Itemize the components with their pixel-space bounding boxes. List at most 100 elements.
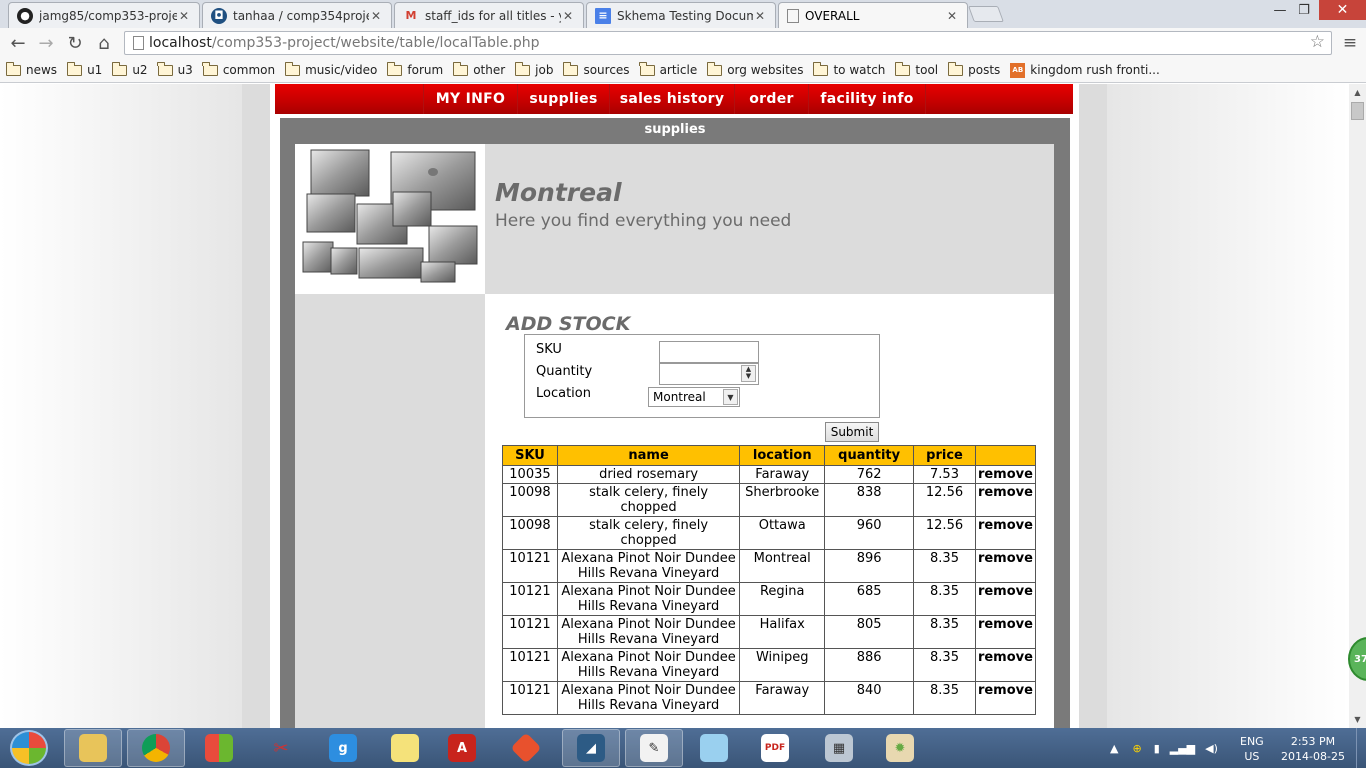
nav-order[interactable]: order bbox=[734, 84, 808, 114]
taskbar-clock[interactable]: 2:53 PM 2014-08-25 bbox=[1281, 734, 1345, 764]
section-title: supplies bbox=[644, 122, 706, 137]
taskbar-paint[interactable]: ✹ bbox=[871, 729, 929, 767]
cell-price: 8.35 bbox=[913, 680, 976, 715]
scroll-thumb[interactable] bbox=[1351, 102, 1364, 120]
bookmark-common[interactable]: common bbox=[202, 61, 275, 77]
start-button[interactable] bbox=[10, 730, 48, 766]
nav-facility-info[interactable]: facility info bbox=[808, 84, 926, 114]
location-label: Location bbox=[536, 386, 591, 401]
bookmark-music-video[interactable]: music/video bbox=[284, 61, 377, 77]
taskbar-snipping[interactable]: ✂ bbox=[252, 729, 310, 767]
taskbar-editor[interactable]: ✎ bbox=[625, 729, 683, 767]
volume-icon[interactable]: ◀) bbox=[1205, 742, 1218, 755]
cell-name: dried rosemary bbox=[556, 465, 741, 484]
bookmark-kingdom-rush[interactable]: AB kingdom rush fronti... bbox=[1010, 62, 1160, 78]
remove-link[interactable]: remove bbox=[974, 465, 1037, 484]
folder-icon bbox=[947, 61, 964, 76]
tab-bitbucket[interactable]: ◘ tanhaa / comp354project ✕ bbox=[202, 2, 392, 28]
scroll-up-arrow-icon[interactable]: ▲ bbox=[1349, 84, 1366, 101]
window-close-button[interactable]: ✕ bbox=[1319, 0, 1366, 20]
tab-github[interactable]: ● jamg85/comp353-project ✕ bbox=[8, 2, 200, 28]
remove-link[interactable]: remove bbox=[974, 581, 1037, 616]
bookmark-forum[interactable]: forum bbox=[386, 61, 443, 77]
nav-sales-history[interactable]: sales history bbox=[609, 84, 734, 114]
cell-name: Alexana Pinot Noir Dundee Hills Revana V… bbox=[556, 647, 741, 682]
bookmark-tool[interactable]: tool bbox=[894, 61, 938, 77]
vertical-scrollbar[interactable]: ▲ ▼ bbox=[1349, 84, 1366, 728]
bookmark-u2[interactable]: u2 bbox=[111, 61, 148, 77]
reload-icon[interactable]: ↻ bbox=[63, 32, 87, 54]
close-icon[interactable]: ✕ bbox=[753, 9, 767, 23]
remove-link[interactable]: remove bbox=[974, 614, 1037, 649]
new-tab-button[interactable] bbox=[968, 6, 1004, 22]
cell-price: 8.35 bbox=[913, 647, 976, 682]
remove-link[interactable]: remove bbox=[974, 515, 1037, 550]
signal-icon[interactable]: ▂▄▆ bbox=[1170, 742, 1195, 755]
taskbar-store[interactable] bbox=[190, 729, 248, 767]
restore-icon[interactable]: ❐ bbox=[1292, 0, 1316, 20]
bookmark-u3[interactable]: u3 bbox=[157, 61, 193, 77]
taskbar-chrome[interactable] bbox=[127, 729, 185, 767]
remove-link[interactable]: remove bbox=[974, 647, 1037, 682]
taskbar-notes[interactable] bbox=[376, 729, 434, 767]
bookmark-u1[interactable]: u1 bbox=[66, 61, 102, 77]
bookmark-job[interactable]: job bbox=[514, 61, 553, 77]
battery-icon[interactable]: ▮ bbox=[1154, 742, 1160, 755]
bookmark-other[interactable]: other bbox=[452, 61, 505, 77]
taskbar-notepad[interactable] bbox=[685, 729, 743, 767]
taskbar-mysql[interactable]: ◢ bbox=[562, 729, 620, 767]
close-icon[interactable]: ✕ bbox=[945, 9, 959, 23]
close-icon[interactable]: ✕ bbox=[177, 9, 191, 23]
tray-app-icon[interactable]: ⊕ bbox=[1132, 742, 1141, 755]
bookmark-posts[interactable]: posts bbox=[947, 61, 1000, 77]
taskbar-pdf[interactable]: PDF bbox=[746, 729, 804, 767]
bookmark-sources[interactable]: sources bbox=[562, 61, 630, 77]
submit-button[interactable]: Submit bbox=[825, 422, 879, 442]
tab-docs[interactable]: ≡ Skhema Testing Documer ✕ bbox=[586, 2, 776, 28]
cell-location: Sherbrooke bbox=[739, 482, 826, 517]
back-arrow-icon[interactable]: ← bbox=[6, 32, 30, 54]
address-bar[interactable]: localhost/comp353-project/website/table/… bbox=[124, 31, 1332, 55]
folder-icon bbox=[79, 734, 107, 762]
cell-location: Halifax bbox=[739, 614, 826, 649]
cell-quantity: 838 bbox=[824, 482, 915, 517]
table-row: 10121 Alexana Pinot Noir Dundee Hills Re… bbox=[502, 581, 1037, 616]
home-icon[interactable]: ⌂ bbox=[92, 32, 116, 54]
folder-icon bbox=[202, 61, 218, 76]
bookmark-org-websites[interactable]: org websites bbox=[706, 61, 803, 77]
taskbar-explorer[interactable] bbox=[64, 729, 122, 767]
remove-link[interactable]: remove bbox=[974, 548, 1037, 583]
show-desktop-button[interactable] bbox=[1356, 728, 1366, 768]
chrome-menu-icon[interactable]: ≡ bbox=[1340, 33, 1360, 53]
chevron-down-icon[interactable]: ▼ bbox=[723, 389, 738, 405]
tab-gmail[interactable]: M staff_ids for all titles - yipa ✕ bbox=[394, 2, 584, 28]
language-indicator[interactable]: ENG US bbox=[1240, 734, 1264, 764]
tray-expand-icon[interactable]: ▲ bbox=[1110, 742, 1118, 755]
table-row: 10121 Alexana Pinot Noir Dundee Hills Re… bbox=[502, 647, 1037, 682]
tab-overall[interactable]: OVERALL ✕ bbox=[778, 2, 968, 29]
close-icon[interactable]: ✕ bbox=[369, 9, 383, 23]
bookmark-to-watch[interactable]: to watch bbox=[812, 61, 885, 77]
remove-link[interactable]: remove bbox=[974, 680, 1037, 715]
nav-my-info[interactable]: MY INFO bbox=[423, 84, 517, 114]
remove-link[interactable]: remove bbox=[974, 482, 1037, 517]
star-icon[interactable]: ☆ bbox=[1310, 32, 1325, 52]
nav-supplies[interactable]: supplies bbox=[517, 84, 609, 114]
bookmark-news[interactable]: news bbox=[5, 61, 57, 77]
taskbar-gg[interactable]: g bbox=[314, 729, 372, 767]
forward-arrow-icon[interactable]: → bbox=[34, 32, 58, 54]
taskbar-git[interactable] bbox=[497, 729, 555, 767]
url-text[interactable]: localhost/comp353-project/website/table/… bbox=[149, 35, 539, 51]
close-icon[interactable]: ✕ bbox=[561, 9, 575, 23]
minimize-icon[interactable]: — bbox=[1268, 0, 1292, 20]
scissors-icon: ✂ bbox=[273, 737, 289, 759]
col-sku: SKU bbox=[502, 445, 558, 466]
taskbar-calculator[interactable]: ▦ bbox=[810, 729, 868, 767]
bookmarks-bar: news u1 u2 u3 common music/video forum o… bbox=[0, 58, 1366, 83]
taskbar-acrobat[interactable]: A bbox=[433, 729, 491, 767]
bookmark-article[interactable]: article bbox=[639, 61, 697, 77]
table-row: 10121 Alexana Pinot Noir Dundee Hills Re… bbox=[502, 548, 1037, 583]
stepper-arrows-icon[interactable]: ▲ ▼ bbox=[741, 365, 756, 382]
scroll-down-arrow-icon[interactable]: ▼ bbox=[1349, 711, 1366, 728]
sku-input[interactable] bbox=[659, 341, 759, 363]
